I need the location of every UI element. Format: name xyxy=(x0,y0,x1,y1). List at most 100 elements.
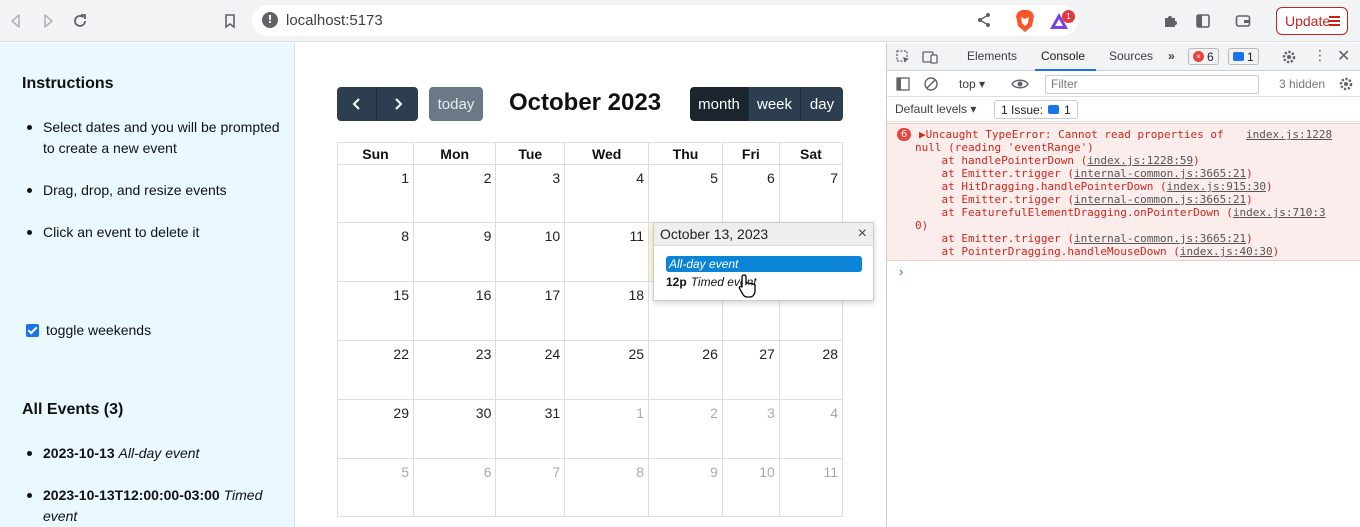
day-cell-other-month[interactable]: 5 xyxy=(337,458,414,517)
day-cell-other-month[interactable]: 3 xyxy=(721,399,780,459)
tab-sources[interactable]: Sources xyxy=(1109,49,1153,63)
day-cell-other-month[interactable]: 9 xyxy=(648,458,723,517)
stack-link[interactable]: index.js:915:30 xyxy=(1167,180,1266,193)
day-cell[interactable]: 2 xyxy=(412,164,497,223)
view-month-button[interactable]: month xyxy=(690,87,749,121)
day-cell[interactable]: 15 xyxy=(337,281,414,341)
tab-elements[interactable]: Elements xyxy=(967,49,1017,63)
sidebar-toggle-icon[interactable] xyxy=(1191,9,1215,33)
day-cell[interactable]: 23 xyxy=(412,340,497,400)
week-row: 1 2 3 4 5 6 7 xyxy=(337,164,844,223)
day-cell[interactable]: 8 xyxy=(337,222,414,282)
day-cell-other-month[interactable]: 7 xyxy=(495,458,566,517)
day-cell-other-month[interactable]: 2 xyxy=(648,399,723,459)
console-settings-icon[interactable] xyxy=(1338,76,1354,92)
view-week-button[interactable]: week xyxy=(749,87,801,121)
share-icon[interactable] xyxy=(976,12,992,28)
day-cell[interactable]: 31 xyxy=(495,399,566,459)
back-icon[interactable] xyxy=(4,9,28,33)
calendar: today October 2023 month week day Sun Mo… xyxy=(296,43,885,527)
next-button[interactable] xyxy=(377,87,418,121)
hand-pointer-icon xyxy=(738,274,756,298)
hidden-count: 3 hidden xyxy=(1279,77,1326,91)
context-selector[interactable]: top ▾ xyxy=(959,77,985,91)
console-filter-input[interactable]: Filter xyxy=(1045,75,1259,94)
error-count-badge[interactable]: × 6 xyxy=(1188,48,1219,65)
day-cell[interactable]: 22 xyxy=(337,340,414,400)
brave-shields-icon[interactable] xyxy=(1014,9,1036,33)
settings-gear-icon[interactable] xyxy=(1281,49,1297,65)
device-toolbar-icon[interactable] xyxy=(922,49,938,65)
extensions-icon[interactable] xyxy=(1158,9,1182,33)
stack-frame: at Emitter.trigger ( xyxy=(915,193,1074,206)
day-cell[interactable]: 25 xyxy=(564,340,650,400)
all-events-title: All Events (3) xyxy=(22,401,124,418)
error-source-link[interactable]: index.js:1228 xyxy=(1246,128,1332,141)
stack-link[interactable]: internal-common.js:3665:21 xyxy=(1074,193,1246,206)
message-count-badge[interactable]: 1 xyxy=(1228,48,1259,65)
today-button[interactable]: today xyxy=(429,87,483,121)
day-cell-other-month[interactable]: 11 xyxy=(778,458,844,517)
wallet-icon[interactable] xyxy=(1231,9,1255,33)
clear-console-icon[interactable] xyxy=(923,76,939,92)
site-info-icon[interactable]: ! xyxy=(262,12,278,28)
view-day-button[interactable]: day xyxy=(801,87,843,121)
inspect-element-icon[interactable] xyxy=(895,49,911,65)
levels-dropdown[interactable]: Default levels ▾ xyxy=(895,102,976,116)
day-cell[interactable]: 16 xyxy=(412,281,497,341)
day-cell[interactable]: 18 xyxy=(564,281,650,341)
allday-event[interactable]: All-day event xyxy=(666,256,862,272)
day-cell-other-month[interactable]: 10 xyxy=(721,458,780,517)
sidebar-icon[interactable] xyxy=(895,76,911,92)
day-cell[interactable]: 6 xyxy=(721,164,780,223)
address-bar[interactable]: ! localhost:5173 1 xyxy=(252,5,1078,36)
tab-console[interactable]: Console xyxy=(1041,49,1085,63)
error-line[interactable]: ▶Uncaught TypeError: Cannot read propert… xyxy=(919,128,1224,141)
issues-label: 1 Issue: xyxy=(1001,102,1044,117)
console-toolbar: top ▾ Filter 3 hidden xyxy=(887,71,1360,97)
reload-icon[interactable] xyxy=(68,9,92,33)
day-cell[interactable]: 9 xyxy=(412,222,497,282)
close-devtools-icon[interactable]: ✕ xyxy=(1337,46,1350,66)
day-cell[interactable]: 10 xyxy=(495,222,566,282)
instruction-item: Select dates and you will be prompted to… xyxy=(22,117,284,159)
day-cell[interactable]: 29 xyxy=(337,399,414,459)
day-cell[interactable]: 1 xyxy=(337,164,414,223)
day-cell[interactable]: 26 xyxy=(648,340,723,400)
update-button[interactable]: Update xyxy=(1276,7,1348,35)
day-cell-other-month[interactable]: 1 xyxy=(564,399,650,459)
kebab-menu-icon[interactable]: ⋮ xyxy=(1313,47,1327,64)
week-row: 22 23 24 25 26 27 28 xyxy=(337,340,844,400)
stack-line: at handlePointerDown (index.js:1228:59) xyxy=(915,154,1200,167)
day-cell-other-month[interactable]: 4 xyxy=(778,399,844,459)
prev-button[interactable] xyxy=(337,87,377,121)
forward-icon[interactable] xyxy=(36,9,60,33)
weekends-checkbox[interactable] xyxy=(26,323,39,337)
day-cell[interactable]: 28 xyxy=(778,340,844,400)
console-prompt-icon[interactable]: › xyxy=(899,264,903,279)
more-tabs-icon[interactable]: » xyxy=(1168,49,1175,63)
day-cell-other-month[interactable]: 6 xyxy=(412,458,497,517)
day-cell[interactable]: 3 xyxy=(495,164,566,223)
day-cell[interactable]: 27 xyxy=(721,340,780,400)
levels-label: Default levels xyxy=(895,102,968,116)
eye-icon[interactable] xyxy=(1011,77,1029,91)
day-cell[interactable]: 24 xyxy=(495,340,566,400)
toggle-weekends[interactable]: toggle weekends xyxy=(26,322,151,338)
close-icon[interactable]: × xyxy=(858,225,867,243)
day-cell[interactable]: 11 xyxy=(564,222,650,282)
stack-link[interactable]: index.js:1228:59 xyxy=(1087,154,1193,167)
issues-button[interactable]: 1 Issue: 1 xyxy=(994,100,1078,119)
day-cell[interactable]: 17 xyxy=(495,281,566,341)
bookmark-icon[interactable] xyxy=(218,9,242,33)
day-cell[interactable]: 30 xyxy=(412,399,497,459)
day-cell[interactable]: 4 xyxy=(564,164,650,223)
stack-link[interactable]: internal-common.js:3665:21 xyxy=(1074,232,1246,245)
stack-link[interactable]: index.js:40:30 xyxy=(1180,245,1273,258)
day-cell[interactable]: 7 xyxy=(778,164,844,223)
stack-link[interactable]: internal-common.js:3665:21 xyxy=(1074,167,1246,180)
day-cell-other-month[interactable]: 8 xyxy=(564,458,650,517)
day-cell[interactable]: 5 xyxy=(648,164,723,223)
stack-link[interactable]: index.js:710:3 xyxy=(1233,206,1326,219)
error-line: null (reading 'eventRange') xyxy=(915,141,1094,154)
